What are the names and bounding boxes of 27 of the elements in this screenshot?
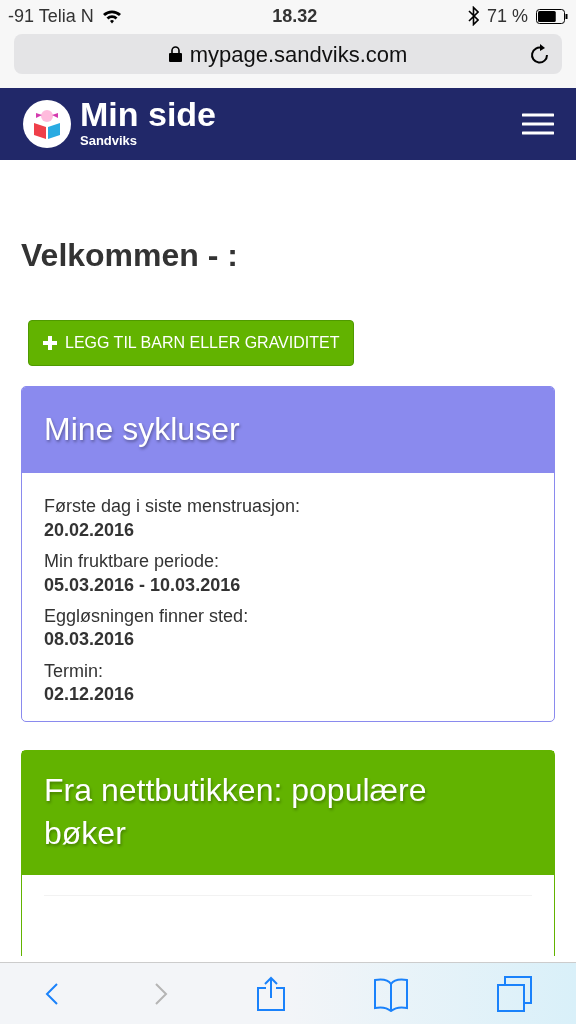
welcome-heading: Velkommen - : xyxy=(21,236,239,275)
wifi-icon xyxy=(101,8,122,24)
card-title: Fra nettbutikken: populære bøker xyxy=(22,750,554,875)
battery-percent: 71 % xyxy=(486,4,528,28)
field-label: Termin: xyxy=(44,659,104,683)
menu-icon[interactable] xyxy=(522,113,554,135)
tabs-icon[interactable] xyxy=(495,975,533,1012)
field-label: Første dag i siste menstruasjon: xyxy=(44,495,302,519)
field-value: 05.03.2016 - 10.03.2016 xyxy=(44,573,242,597)
share-icon[interactable] xyxy=(256,975,287,1012)
field-label: Min fruktbare periode: xyxy=(44,550,221,574)
logo-icon[interactable] xyxy=(22,99,72,149)
address-field[interactable]: mypage.sandviks.com xyxy=(14,34,562,74)
site-subtitle: Sandviks xyxy=(80,132,139,151)
clock-text: 18.32 xyxy=(272,4,318,28)
field-value: 02.12.2016 xyxy=(44,683,136,707)
site-title[interactable]: Min side xyxy=(80,97,217,132)
lock-icon xyxy=(168,46,182,62)
field-value: 08.03.2016 xyxy=(44,628,136,652)
bluetooth-icon xyxy=(467,6,479,26)
field-label: Eggløsningen finner sted: xyxy=(44,604,250,628)
card-title: Mine sykluser xyxy=(22,387,554,474)
plus-icon xyxy=(43,336,57,351)
field-value: 20.02.2016 xyxy=(44,518,136,542)
reload-icon[interactable] xyxy=(530,43,550,65)
battery-icon xyxy=(536,8,568,24)
carrier-text: -91 Telia N xyxy=(8,4,94,28)
